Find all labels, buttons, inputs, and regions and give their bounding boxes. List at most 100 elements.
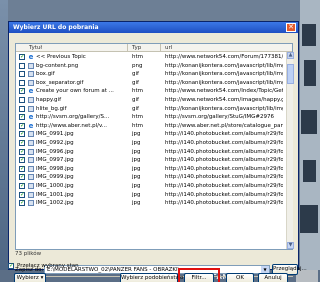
list-item[interactable]: ✓ IMG_1002.jpg jpg http://i140.photobucket.… bbox=[16, 199, 285, 208]
row-title: IMG_1000.jpg bbox=[36, 183, 74, 189]
select-similar-button[interactable]: Wybierz podobieństwo znak bbox=[120, 273, 198, 282]
column-header-title[interactable]: Tytuł bbox=[29, 45, 42, 51]
image-icon bbox=[28, 165, 34, 172]
row-title: hlite_bg.gif bbox=[36, 105, 67, 112]
row-url: http://i140.photobucket.com/albums/r29/f… bbox=[165, 191, 283, 198]
row-type: jpg bbox=[132, 148, 141, 155]
row-url: http://www.aber.net.pl/store/catalogue_p… bbox=[165, 122, 283, 129]
select-button[interactable]: Wybierz ▾ bbox=[14, 273, 46, 282]
row-checkbox[interactable]: ✓ bbox=[19, 183, 25, 189]
cancel-button[interactable]: Anuluj bbox=[258, 273, 288, 282]
row-checkbox[interactable]: ✓ bbox=[19, 157, 25, 164]
list-item[interactable]: bg-content.png png http://konanijkontera.c… bbox=[16, 62, 285, 71]
list-item[interactable]: ✓ e Create your own forum at ... htm http://… bbox=[16, 87, 285, 96]
column-header-url[interactable]: url bbox=[165, 45, 172, 51]
scroll-down-icon[interactable]: ▼ bbox=[287, 242, 294, 249]
row-checkbox[interactable]: ✓ bbox=[19, 191, 25, 198]
row-title: Create your own forum at ... bbox=[36, 88, 114, 95]
row-checkbox[interactable]: ✓ bbox=[19, 54, 25, 60]
row-url: http://konanijkontera.com/javascript/lib… bbox=[165, 71, 283, 78]
list-item[interactable]: happy.gif gif http://www.network54.com/ima… bbox=[16, 96, 285, 105]
desktop-background-left bbox=[0, 0, 8, 282]
list-item[interactable]: ✓ IMG_0999.jpg jpg http://i140.photobucket.… bbox=[16, 173, 285, 182]
list-item[interactable]: ✓ IMG_0996.jpg jpg http://i140.photobucket.… bbox=[16, 148, 285, 157]
row-type: jpg bbox=[132, 165, 141, 172]
row-title: IMG_0998.jpg bbox=[36, 165, 74, 172]
row-checkbox[interactable] bbox=[19, 71, 25, 78]
list-item[interactable]: ✓ IMG_0997.jpg jpg http://i140.photobucket.… bbox=[16, 156, 285, 165]
row-checkbox[interactable] bbox=[19, 105, 25, 112]
row-type: gif bbox=[132, 97, 139, 103]
row-url: http://i140.photobucket.com/albums/r29/f… bbox=[165, 200, 283, 207]
row-type: htm bbox=[132, 114, 143, 121]
row-type: jpg bbox=[132, 157, 141, 164]
row-title: http://svsm.org/gallery/S... bbox=[36, 114, 110, 121]
scroll-up-icon[interactable]: ▲ bbox=[287, 52, 294, 59]
row-url: http://i140.photobucket.com/albums/r29/f… bbox=[165, 148, 283, 155]
row-checkbox[interactable] bbox=[19, 97, 25, 103]
list-item[interactable]: box_separator.gif gif http://konanijkonter… bbox=[16, 79, 285, 88]
list-item[interactable]: ✓ IMG_1001.jpg jpg http://i140.photobucket.… bbox=[16, 191, 285, 200]
desktop-background-right bbox=[300, 0, 320, 282]
list-item[interactable]: ✓ IMG_0992.jpg jpg http://i140.photobucket.… bbox=[16, 139, 285, 148]
image-icon bbox=[28, 148, 34, 155]
list-item[interactable]: ✓ IMG_0991.jpg jpg http://i140.photobucket.… bbox=[16, 130, 285, 139]
list-item[interactable]: box.gif gif http://konanijkontera.com/java… bbox=[16, 70, 285, 79]
close-button[interactable]: ✕ bbox=[286, 23, 296, 32]
image-icon bbox=[28, 62, 34, 69]
row-checkbox[interactable]: ✓ bbox=[19, 148, 25, 155]
row-url: http://konanijkontera.com/javascript/lib… bbox=[165, 105, 283, 112]
list-item[interactable]: hlite_bg.gif gif http://konanijkontera.com… bbox=[16, 105, 285, 114]
row-title: http://www.aber.net.pl/v... bbox=[36, 122, 108, 129]
filter-highlight-box bbox=[178, 268, 220, 282]
image-icon bbox=[28, 79, 34, 86]
row-checkbox[interactable]: ✓ bbox=[19, 114, 25, 121]
row-url: http://konanijkontera.com/javascript/lib… bbox=[165, 62, 283, 69]
ie-icon: e bbox=[28, 87, 34, 96]
row-checkbox[interactable] bbox=[19, 62, 25, 69]
row-checkbox[interactable]: ✓ bbox=[19, 122, 25, 129]
check-icon[interactable]: ✓ bbox=[8, 263, 14, 269]
row-type: png bbox=[132, 62, 143, 69]
column-header-type[interactable]: Typ bbox=[132, 45, 141, 51]
row-title: IMG_0997.jpg bbox=[36, 157, 74, 164]
close-icon: ✕ bbox=[288, 23, 294, 31]
row-url: http://i140.photobucket.com/albums/r29/f… bbox=[165, 157, 283, 164]
list-item[interactable]: ✓ e << Previous Topic htm http://www.network… bbox=[16, 53, 285, 62]
row-type: gif bbox=[132, 79, 139, 86]
chevron-down-icon: ▾ bbox=[40, 275, 44, 281]
row-title: << Previous Topic bbox=[36, 54, 86, 60]
row-url: http://i140.photobucket.com/albums/r29/f… bbox=[165, 140, 283, 146]
file-count: 73 plików bbox=[15, 251, 42, 257]
row-checkbox[interactable]: ✓ bbox=[19, 88, 25, 95]
list-item[interactable]: ✓ e http://www.aber.net.pl/v... htm http://w… bbox=[16, 122, 285, 131]
row-title: IMG_1002.jpg bbox=[36, 200, 74, 207]
ok-button[interactable]: OK bbox=[226, 273, 254, 282]
row-title: IMG_0996.jpg bbox=[36, 148, 74, 155]
list-item[interactable]: ✓ IMG_0998.jpg jpg http://i140.photobucket.… bbox=[16, 165, 285, 174]
row-checkbox[interactable]: ✓ bbox=[19, 140, 25, 146]
list-item[interactable]: ✓ e http://svsm.org/gallery/S... htm http://… bbox=[16, 113, 285, 122]
row-type: jpg bbox=[132, 131, 141, 138]
row-url: http://i140.photobucket.com/albums/r29/f… bbox=[165, 131, 283, 138]
row-type: gif bbox=[132, 105, 139, 112]
row-title: happy.gif bbox=[36, 97, 62, 103]
row-checkbox[interactable] bbox=[19, 79, 25, 86]
ie-icon: e bbox=[28, 53, 34, 61]
image-icon bbox=[28, 97, 34, 103]
dialog-titlebar[interactable]: Wybierz URL do pobrania ✕ bbox=[9, 22, 298, 33]
row-url: http://konanijkontera.com/javascript/lib… bbox=[165, 79, 283, 86]
row-checkbox[interactable]: ✓ bbox=[19, 174, 25, 181]
row-url: http://svsm.org/gallery/StuG/IMG#2976 bbox=[165, 114, 274, 121]
list-item[interactable]: ✓ IMG_1000.jpg jpg http://i140.photobucket.… bbox=[16, 182, 285, 191]
row-checkbox[interactable]: ✓ bbox=[19, 165, 25, 172]
row-checkbox[interactable]: ✓ bbox=[19, 131, 25, 138]
row-checkbox[interactable]: ✓ bbox=[19, 200, 25, 207]
scroll-thumb[interactable] bbox=[287, 64, 294, 84]
image-icon bbox=[28, 191, 34, 198]
image-icon bbox=[28, 200, 34, 207]
row-type: jpg bbox=[132, 140, 141, 146]
vertical-scrollbar[interactable]: ▲ ▼ bbox=[286, 52, 294, 249]
url-download-dialog: Wybierz URL do pobrania ✕ Tytuł Typ url … bbox=[8, 21, 307, 277]
image-icon bbox=[28, 140, 34, 146]
